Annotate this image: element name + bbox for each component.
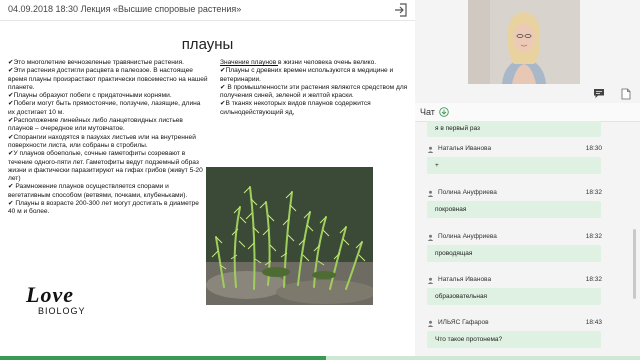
chat-message-text: я в первый раз xyxy=(435,125,481,132)
slide-paragraph: ✔В тканях некоторых видов плаунов содерж… xyxy=(220,100,371,116)
user-icon xyxy=(427,234,434,241)
user-icon xyxy=(427,190,434,197)
chat-message-bubble: Что такое протонема? xyxy=(427,331,601,348)
playback-progress-fill xyxy=(0,356,327,360)
chat-message-time: 18:32 xyxy=(585,189,602,196)
user-icon xyxy=(427,277,434,284)
chat-messages: я в первый раз Наталья Иванова 18:30 + П… xyxy=(415,121,640,356)
logo-word-biology: BIOLOGY xyxy=(38,306,86,316)
slide-left-text: ✔Это многолетние вечнозеленые травянисты… xyxy=(8,59,208,217)
chat-author-name: Наталья Иванова xyxy=(438,276,492,283)
chat-message-time: 18:32 xyxy=(585,233,602,240)
slide-paragraph: ✔ В промышленности эти растения являются… xyxy=(220,83,408,100)
chat-author-name: Полина Ануфриева xyxy=(438,233,497,240)
chat-message-time: 18:30 xyxy=(585,145,602,152)
lecture-header: 04.09.2018 18:30 Лекция «Высшие споровые… xyxy=(0,0,415,21)
slide-paragraph: ✔ Плауны в возрасте 200-300 лет могут до… xyxy=(8,200,199,216)
logo-word-love: Love xyxy=(26,282,74,307)
slide-lead: Значение плаунов в жизни человека очень … xyxy=(220,59,412,67)
chat-title: Чат xyxy=(420,107,435,117)
slide-paragraph: ✔Расположение линейных либо ланцетовидны… xyxy=(8,117,183,133)
exit-icon[interactable] xyxy=(393,2,409,18)
lecture-title: 04.09.2018 18:30 Лекция «Высшие споровые… xyxy=(8,4,242,14)
presentation-slide: плауны ✔Это многолетние вечнозеленые тра… xyxy=(0,21,415,356)
chat-scrollbar[interactable] xyxy=(633,121,636,356)
chat-scrollbar-thumb[interactable] xyxy=(633,229,636,299)
slide-paragraph: ✔ Размножение плаунов осуществляется спо… xyxy=(8,183,188,199)
chat-message-text: Что такое протонема? xyxy=(435,336,503,343)
chat-author-name: Наталья Иванова xyxy=(438,145,492,152)
chat-message-text: покровная xyxy=(435,206,467,213)
love-biology-logo: Love BIOLOGY xyxy=(26,284,96,318)
playback-progress-bar[interactable] xyxy=(0,356,640,360)
presenter-video xyxy=(468,0,580,84)
chat-message-text: образовательная xyxy=(435,293,488,300)
slide-right-text: Значение плаунов в жизни человека очень … xyxy=(220,59,412,117)
chat-message-time: 18:43 xyxy=(585,319,602,326)
slide-paragraph: ✔Побеги могут быть прямостоячие, ползучи… xyxy=(8,100,201,116)
chat-message-text: проводящая xyxy=(435,250,473,257)
chat-author-name: Полина Ануфриева xyxy=(438,189,497,196)
panel-toolbar xyxy=(415,86,640,102)
chat-message-time: 18:32 xyxy=(585,276,602,283)
chat-author-name: ИЛЬЯС Гафаров xyxy=(438,319,489,326)
user-icon xyxy=(427,320,434,327)
slide-paragraph: ✔Эти растения достигли расцвета в палеоз… xyxy=(8,67,208,91)
slide-paragraph: ✔У плаунов обоеполые, сочные гаметофиты … xyxy=(8,150,203,183)
slide-lead-rest: в жизни человека очень велико. xyxy=(278,59,377,66)
slide-lead-underlined: Значение плаунов xyxy=(220,59,279,66)
slide-paragraph: ✔Плауны с древних времен используются в … xyxy=(220,67,394,83)
chat-message-bubble: покровная xyxy=(427,201,601,218)
slide-paragraph: ✔Спорангии находятся в пазухах листьев и… xyxy=(8,133,196,149)
chat-message-text: + xyxy=(435,162,439,169)
document-icon[interactable] xyxy=(621,88,631,100)
chat-message-bubble: проводящая xyxy=(427,245,601,262)
chat-down-arrow-icon[interactable] xyxy=(439,107,449,117)
chat-bubble-icon[interactable] xyxy=(593,88,605,99)
slide-paragraph: ✔Это многолетние вечнозеленые травянисты… xyxy=(8,59,185,66)
chat-message-bubble: + xyxy=(427,157,601,174)
chat-message-bubble: я в первый раз xyxy=(427,121,601,137)
chat-message-bubble: образовательная xyxy=(427,288,601,305)
user-icon xyxy=(427,146,434,153)
slide-title: плауны xyxy=(181,36,234,53)
chat-header: Чат xyxy=(415,103,640,122)
clubmoss-photo xyxy=(206,167,373,305)
